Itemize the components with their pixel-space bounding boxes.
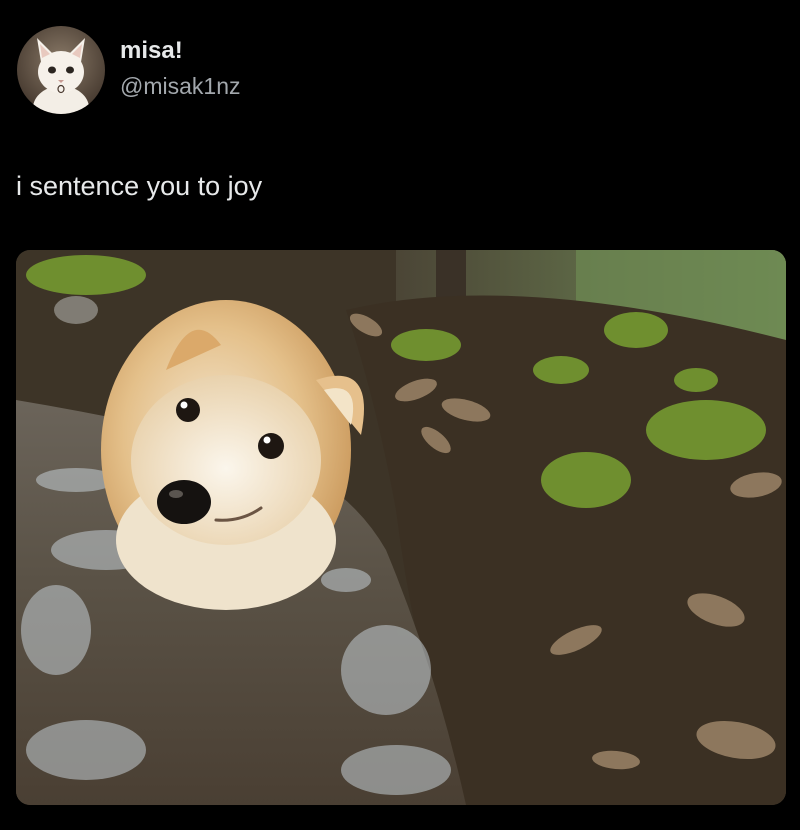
tweet: misa! @misak1nz i sentence you to joy xyxy=(0,0,800,830)
corgi-photo xyxy=(16,250,786,805)
cat-avatar-icon xyxy=(17,26,105,114)
avatar[interactable] xyxy=(17,26,105,114)
tweet-text: i sentence you to joy xyxy=(16,171,263,201)
tweet-media[interactable] xyxy=(16,250,786,805)
user-handle[interactable]: @misak1nz xyxy=(120,72,241,100)
display-name[interactable]: misa! xyxy=(120,36,241,66)
author-info: misa! @misak1nz xyxy=(120,36,241,100)
